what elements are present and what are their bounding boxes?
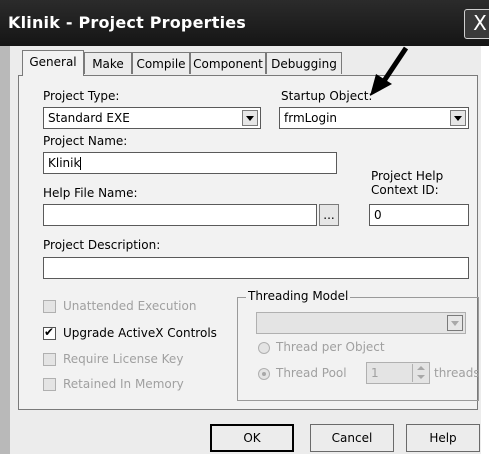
help-file-label: Help File Name: xyxy=(43,186,138,200)
window-title: Klinik - Project Properties xyxy=(8,13,247,32)
annotation-arrow-icon xyxy=(370,46,409,96)
tab-general[interactable]: General xyxy=(22,50,84,76)
thread-per-object-radio[interactable] xyxy=(258,342,270,354)
close-button[interactable]: X xyxy=(464,9,489,39)
thread-per-object-label: Thread per Object xyxy=(276,340,385,354)
checkmark-icon: ✔ xyxy=(44,325,55,339)
cancel-button[interactable]: Cancel xyxy=(310,424,394,452)
chevron-down-icon[interactable] xyxy=(447,315,463,331)
spin-down-icon[interactable] xyxy=(417,375,425,379)
unattended-execution-checkbox[interactable] xyxy=(43,300,56,313)
tab-compile[interactable]: Compile xyxy=(132,52,190,74)
ellipsis-icon: ... xyxy=(323,208,335,222)
help-button[interactable]: Help xyxy=(406,424,480,452)
project-name-value: Klinik xyxy=(48,156,81,170)
project-type-select[interactable]: Standard EXE xyxy=(43,107,261,129)
require-license-key-checkbox[interactable] xyxy=(43,353,56,366)
project-properties-dialog: Klinik - Project Properties X General Ma… xyxy=(0,0,489,454)
startup-object-label: Startup Object: xyxy=(281,89,373,103)
ok-button[interactable]: OK xyxy=(210,424,294,452)
tab-component[interactable]: Component xyxy=(190,52,266,74)
retained-in-memory-label: Retained In Memory xyxy=(63,377,184,391)
startup-object-select[interactable]: frmLogin xyxy=(279,107,469,129)
chevron-down-icon[interactable] xyxy=(242,110,258,126)
help-context-input[interactable]: 0 xyxy=(369,204,469,226)
help-context-value: 0 xyxy=(374,208,382,222)
help-file-input[interactable] xyxy=(43,204,317,226)
project-description-label: Project Description: xyxy=(43,238,161,252)
require-license-key-label: Require License Key xyxy=(63,352,184,366)
threading-model-select[interactable] xyxy=(256,312,466,334)
close-icon: X xyxy=(473,11,487,35)
project-type-value: Standard EXE xyxy=(48,111,130,125)
thread-pool-count-value: 1 xyxy=(371,366,379,380)
project-type-label: Project Type: xyxy=(43,89,120,103)
help-context-label: Project Help Context ID: xyxy=(371,169,444,197)
general-tab-panel: Project Type: Standard EXE Startup Objec… xyxy=(18,75,480,410)
spin-up-icon[interactable] xyxy=(417,366,425,370)
project-name-input[interactable]: Klinik xyxy=(43,152,337,174)
tab-debugging[interactable]: Debugging xyxy=(266,52,342,74)
chevron-down-icon[interactable] xyxy=(450,110,466,126)
startup-object-value: frmLogin xyxy=(284,111,338,125)
threads-label: threads xyxy=(434,366,480,380)
upgrade-activex-checkbox[interactable]: ✔ xyxy=(43,325,56,340)
window-frame-right xyxy=(481,46,489,454)
thread-pool-radio[interactable] xyxy=(258,368,270,380)
help-file-browse-button[interactable]: ... xyxy=(319,204,339,226)
threading-model-group: Threading Model Thread per Object Thread… xyxy=(237,289,480,401)
tab-make[interactable]: Make xyxy=(84,52,132,74)
retained-in-memory-checkbox[interactable] xyxy=(43,378,56,391)
threading-model-label: Threading Model xyxy=(246,289,351,303)
thread-pool-label: Thread Pool xyxy=(276,366,347,380)
upgrade-activex-label: Upgrade ActiveX Controls xyxy=(63,326,217,340)
thread-pool-spinner[interactable] xyxy=(412,364,429,382)
project-name-label: Project Name: xyxy=(43,134,128,148)
window-frame-left xyxy=(0,46,10,454)
text-cursor xyxy=(80,157,82,170)
title-bar[interactable]: Klinik - Project Properties X xyxy=(0,0,489,46)
unattended-execution-label: Unattended Execution xyxy=(63,299,197,313)
project-description-input[interactable] xyxy=(43,257,469,279)
